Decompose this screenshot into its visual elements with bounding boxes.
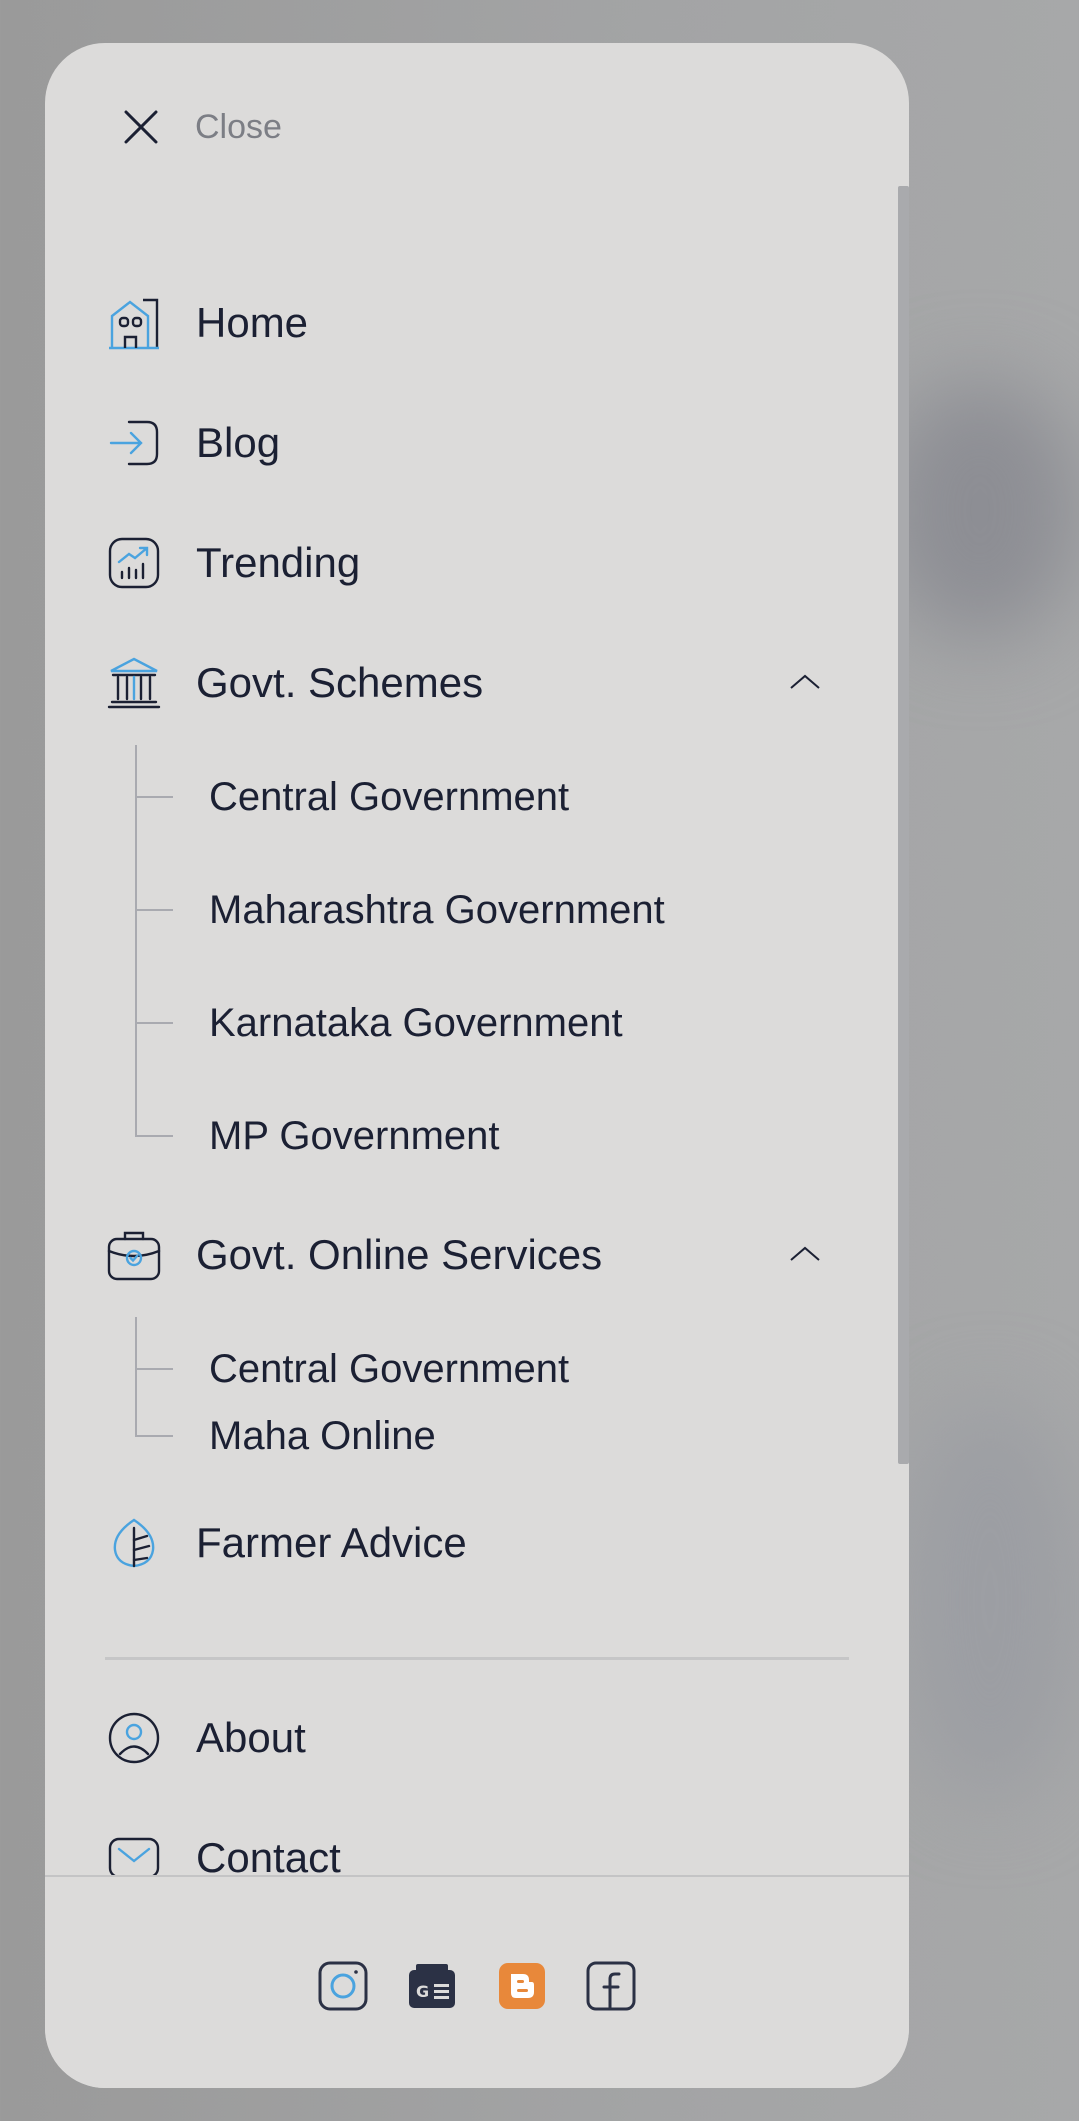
google-news-icon[interactable]: G <box>406 1960 458 2012</box>
chevron-up-icon[interactable] <box>787 1236 823 1272</box>
chevron-up-icon[interactable] <box>787 664 823 700</box>
menu-item-home[interactable]: Home <box>105 288 895 358</box>
briefcase-check-icon <box>105 1226 163 1284</box>
close-label: Close <box>195 107 282 146</box>
submenu-item-central-government[interactable]: Central Government <box>135 1339 569 1399</box>
submenu-item-maha-online[interactable]: Maha Online <box>135 1406 436 1466</box>
submenu-item-central-government[interactable]: Central Government <box>135 767 569 827</box>
social-footer: G <box>45 1875 909 2088</box>
menu-list[interactable]: Home Blog Trending Govt. Schemes Central… <box>45 183 909 1918</box>
trending-chart-icon <box>105 534 163 592</box>
menu-item-govt-online-services[interactable]: Govt. Online Services <box>105 1220 895 1290</box>
menu-divider <box>105 1657 849 1660</box>
facebook-icon[interactable] <box>585 1960 637 2012</box>
menu-item-govt-schemes[interactable]: Govt. Schemes <box>105 648 895 718</box>
instagram-icon[interactable] <box>317 1960 369 2012</box>
user-circle-icon <box>105 1709 163 1767</box>
close-button[interactable]: Close <box>119 97 282 157</box>
background-blur <box>900 1400 1079 1800</box>
leaf-icon <box>105 1514 163 1572</box>
close-icon <box>123 109 159 145</box>
submenu-item-label: Central Government <box>209 774 570 819</box>
bank-building-icon <box>105 654 163 712</box>
menu-item-blog[interactable]: Blog <box>105 408 895 478</box>
menu-item-label: Govt. Schemes <box>196 659 484 706</box>
menu-scrollbar[interactable] <box>898 186 909 1464</box>
navigation-drawer: Close Home Blog Trending Govt. Schemes C… <box>45 43 909 2088</box>
submenu-item-label: Central Government <box>209 1346 570 1391</box>
home-icon <box>105 294 163 352</box>
submenu-item-label: Maha Online <box>209 1413 436 1458</box>
menu-item-label: Trending <box>196 539 361 586</box>
menu-item-label: Govt. Online Services <box>196 1231 603 1278</box>
menu-item-trending[interactable]: Trending <box>105 528 895 598</box>
submenu-item-mp-government[interactable]: MP Government <box>135 1106 500 1166</box>
menu-item-label: Home <box>196 299 309 346</box>
menu-item-farmer-advice[interactable]: Farmer Advice <box>105 1508 895 1578</box>
menu-item-label: Blog <box>196 419 281 466</box>
login-arrow-icon <box>105 414 163 472</box>
menu-item-label: About <box>196 1714 306 1761</box>
submenu-item-maharashtra-government[interactable]: Maharashtra Government <box>135 880 665 940</box>
menu-item-about[interactable]: About <box>105 1703 895 1773</box>
submenu-item-label: Karnataka Government <box>209 1000 623 1045</box>
svg-text:G: G <box>416 1982 429 2001</box>
submenu-item-label: MP Government <box>209 1113 500 1158</box>
blogger-icon[interactable] <box>496 1960 548 2012</box>
menu-item-label: Farmer Advice <box>196 1519 467 1566</box>
background-blur <box>880 380 1079 640</box>
submenu-item-karnataka-government[interactable]: Karnataka Government <box>135 993 623 1053</box>
submenu-item-label: Maharashtra Government <box>209 887 665 932</box>
